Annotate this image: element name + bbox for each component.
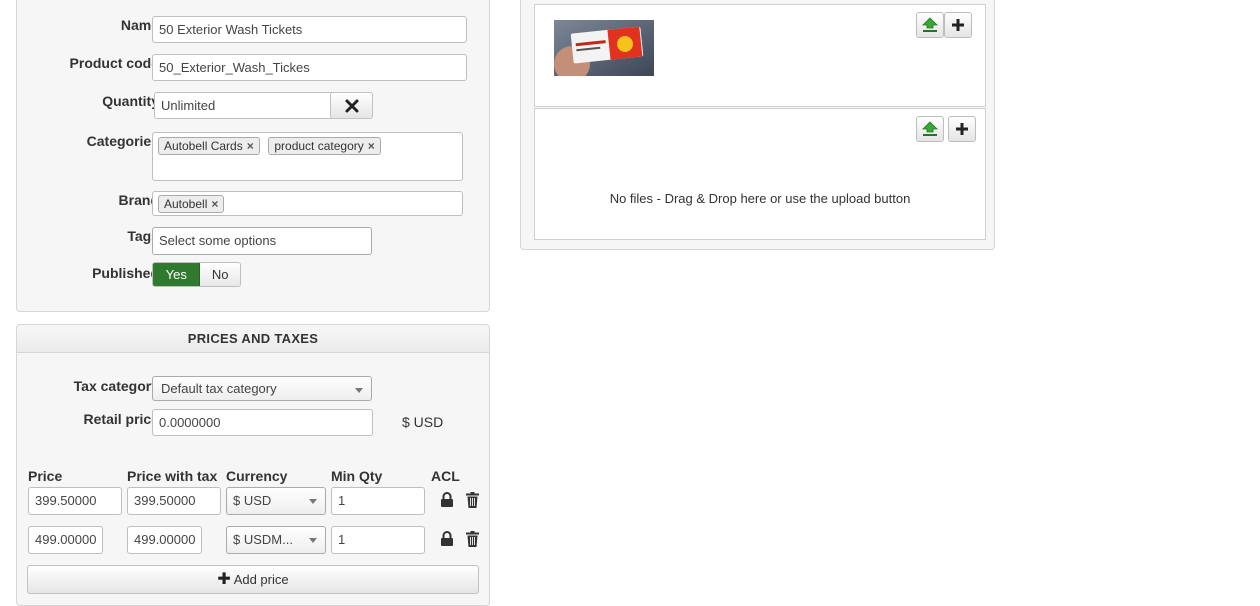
chevron-down-icon (309, 538, 317, 543)
tax-category-value: Default tax category (161, 381, 277, 396)
add-file-button[interactable] (948, 116, 976, 142)
currency-column-header: Currency (226, 468, 288, 484)
prices-taxes-panel: PRICES AND TAXES Tax category Default ta… (16, 324, 490, 606)
add-file-button[interactable] (944, 12, 972, 38)
published-yes-button[interactable]: Yes (153, 263, 201, 286)
category-chip-label: Autobell Cards (164, 139, 243, 153)
prices-taxes-title: PRICES AND TAXES (17, 325, 489, 353)
currency-value: $ USDM... (233, 532, 293, 547)
acl-column-header: ACL (431, 468, 460, 484)
brand-label: Brand (118, 192, 159, 208)
price-column-header: Price (28, 468, 63, 484)
upload-icon (922, 17, 938, 32)
clear-quantity-button[interactable] (330, 92, 373, 119)
tax-category-select[interactable]: Default tax category (152, 376, 372, 401)
lock-icon[interactable] (440, 492, 454, 508)
price-with-tax-input[interactable]: 499.00000 (127, 526, 202, 554)
categories-multiselect[interactable]: Autobell Cards × product category × (152, 132, 463, 181)
images-panel: No files - Drag & Drop here or use the u… (520, 0, 995, 250)
categories-label: Categories (86, 133, 159, 149)
trash-icon[interactable] (466, 492, 479, 508)
name-input[interactable]: 50 Exterior Wash Tickets (152, 16, 467, 43)
add-price-button[interactable]: ✚ Add price (27, 565, 479, 594)
upload-button[interactable] (916, 116, 944, 142)
min-qty-input[interactable]: 1 (331, 487, 425, 515)
remove-chip-icon[interactable]: × (368, 139, 375, 153)
currency-select[interactable]: $ USD (226, 487, 326, 515)
published-no-button[interactable]: No (200, 263, 240, 286)
tags-label: Tags (127, 228, 159, 244)
product-thumbnail[interactable] (554, 20, 654, 76)
image-upload-box[interactable] (534, 4, 986, 107)
chevron-down-icon (309, 499, 317, 504)
published-label: Published (92, 265, 159, 281)
min-qty-column-header: Min Qty (331, 468, 383, 484)
upload-icon (922, 121, 938, 136)
currency-value: $ USD (233, 493, 272, 508)
min-qty-input[interactable]: 1 (331, 526, 425, 554)
remove-chip-icon[interactable]: × (211, 197, 218, 211)
plus-icon: ✚ (217, 571, 231, 588)
brand-multiselect[interactable]: Autobell × (152, 191, 463, 216)
retail-price-currency: $ USD (402, 414, 444, 430)
price-input[interactable]: 399.50000 (28, 487, 122, 515)
published-toggle[interactable]: Yes No (152, 262, 241, 287)
price-with-tax-input[interactable]: 399.50000 (127, 487, 221, 515)
remove-chip-icon[interactable]: × (247, 139, 254, 153)
currency-select[interactable]: $ USDM... (226, 526, 326, 554)
add-price-label: Add price (233, 572, 289, 587)
plus-icon (956, 123, 968, 135)
image-upload-box[interactable]: No files - Drag & Drop here or use the u… (534, 108, 986, 240)
retail-price-input[interactable]: 0.0000000 (152, 409, 373, 436)
empty-files-message: No files - Drag & Drop here or use the u… (609, 191, 911, 206)
quantity-label: Quantity (102, 93, 159, 109)
price-input[interactable]: 499.00000 (28, 526, 103, 554)
quantity-input[interactable]: Unlimited (154, 92, 332, 119)
product-code-input[interactable]: 50_Exterior_Wash_Tickes (152, 54, 467, 81)
plus-icon (952, 19, 964, 31)
category-chip: Autobell Cards × (158, 137, 260, 155)
price-with-tax-column-header: Price with tax (127, 468, 218, 484)
product-code-label: Product code (69, 55, 159, 71)
brand-chip: Autobell × (158, 195, 225, 213)
tax-category-label: Tax category (73, 378, 159, 394)
chevron-down-icon (355, 388, 363, 393)
retail-price-label: Retail price (83, 411, 159, 427)
lock-icon[interactable] (440, 531, 454, 547)
name-label: Name (120, 17, 159, 33)
tags-input[interactable]: Select some options (152, 227, 372, 255)
category-chip-label: product category (274, 139, 364, 153)
category-chip: product category × (268, 137, 381, 155)
trash-icon[interactable] (466, 531, 479, 547)
brand-chip-label: Autobell (164, 197, 208, 211)
product-details-panel: Name 50 Exterior Wash Tickets Product co… (16, 0, 490, 312)
close-icon (345, 99, 358, 113)
upload-button[interactable] (916, 12, 944, 38)
